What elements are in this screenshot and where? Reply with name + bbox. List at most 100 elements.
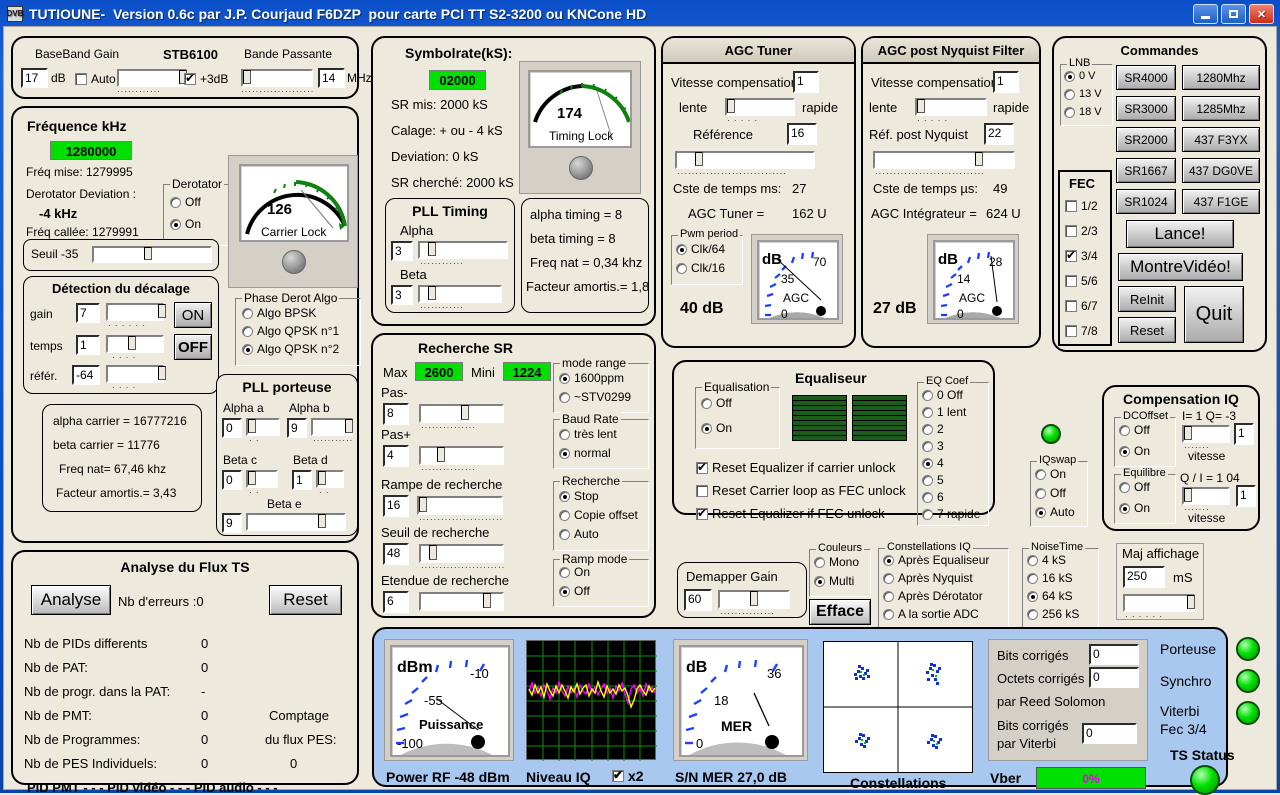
noisetime-option-64ks[interactable]: 64 kS <box>1027 589 1073 603</box>
etendue-thumb[interactable] <box>483 593 491 608</box>
equilibre-option-on[interactable]: On <box>1119 501 1150 515</box>
detection-temps-input[interactable]: 1 <box>76 335 100 355</box>
rampe-input[interactable]: 16 <box>383 495 409 517</box>
derotator-option-off[interactable]: Off <box>170 195 201 209</box>
lnb-option-13v[interactable]: 13 V <box>1064 88 1102 100</box>
seuil-recherche-slider[interactable] <box>419 544 504 563</box>
montre-video-button[interactable]: MontreVidéo! <box>1118 253 1243 281</box>
agc-nyquist-reference-slider[interactable] <box>873 151 1015 169</box>
dcoffset-option-off[interactable]: Off <box>1119 423 1150 437</box>
eq-coef-option-4[interactable]: 4 <box>922 456 944 470</box>
beta-d-input[interactable]: 1 <box>292 470 312 490</box>
maj-affichage-input[interactable]: 250 <box>1123 566 1165 588</box>
baseband-gain-slider[interactable] <box>117 69 187 87</box>
equalisation-option-on[interactable]: On <box>701 421 732 435</box>
seuil-slider[interactable] <box>92 246 212 263</box>
constellations-iq-option-apres-equaliseur[interactable]: Après Equaliseur <box>883 553 989 567</box>
agc-tuner-reference-thumb[interactable] <box>695 152 703 166</box>
etendue-input[interactable]: 6 <box>383 591 409 613</box>
pas-plus-input[interactable]: 4 <box>383 445 409 467</box>
pas-moins-input[interactable]: 8 <box>383 403 409 425</box>
pll-timing-alpha-thumb[interactable] <box>428 242 436 256</box>
alpha-a-thumb[interactable] <box>248 419 256 433</box>
beta-d-slider[interactable] <box>316 470 344 488</box>
maj-affichage-slider[interactable] <box>1123 594 1195 612</box>
equilibre-vitesse-thumb[interactable] <box>1184 488 1192 502</box>
agc-nyquist-vitesse-slider[interactable] <box>915 98 987 116</box>
fec-option-3-4[interactable]: 3/4 <box>1065 249 1098 263</box>
alpha-a-slider[interactable] <box>246 418 280 436</box>
eq-coef-option-0[interactable]: 0 Off <box>922 388 963 402</box>
reset-carrier-loop-fec-unlock-check[interactable]: Reset Carrier loop as FEC unlock <box>696 483 906 498</box>
rampe-slider[interactable] <box>417 496 503 515</box>
sr1024-button[interactable]: SR1024 <box>1116 189 1176 214</box>
dcoffset-vitesse-thumb[interactable] <box>1184 426 1192 440</box>
niveau-iq-x2-checkbox[interactable]: x2 <box>612 768 644 784</box>
pas-moins-slider[interactable] <box>419 404 504 423</box>
pas-moins-thumb[interactable] <box>461 405 469 420</box>
lnb-option-0v[interactable]: 0 V <box>1064 70 1096 82</box>
analyse-button[interactable]: Analyse <box>31 585 111 615</box>
minimize-button[interactable] <box>1193 4 1218 24</box>
sr1667-button[interactable]: SR1667 <box>1116 158 1176 183</box>
dcoffset-vitesse-input[interactable]: 1 <box>1234 423 1254 445</box>
recherche-option-copie-offset[interactable]: Copie offset <box>559 508 638 522</box>
alpha-b-thumb[interactable] <box>345 419 353 433</box>
pwm-option-clk16[interactable]: Clk/16 <box>676 261 725 275</box>
sr3000-button[interactable]: SR3000 <box>1116 96 1176 121</box>
seuil-recherche-thumb[interactable] <box>429 545 437 560</box>
eq-coef-option-6[interactable]: 6 <box>922 490 944 504</box>
pas-plus-slider[interactable] <box>419 446 504 465</box>
lance-button[interactable]: Lance! <box>1126 220 1234 248</box>
pll-timing-alpha-slider[interactable] <box>418 241 508 259</box>
pll-timing-beta-thumb[interactable] <box>428 286 436 300</box>
constellations-iq-option-apres-derotator[interactable]: Après Dérotator <box>883 589 983 603</box>
freq-437-f3yx-button[interactable]: 437 F3YX <box>1182 127 1260 152</box>
beta-c-input[interactable]: 0 <box>222 470 242 490</box>
alpha-b-slider[interactable] <box>311 418 353 436</box>
baseband-gain-input[interactable]: 17 <box>21 68 48 88</box>
alpha-b-input[interactable]: 9 <box>287 418 307 438</box>
detection-gain-slider[interactable] <box>106 303 164 321</box>
agc-tuner-reference-slider[interactable] <box>675 151 815 169</box>
plus3db-checkbox[interactable]: +3dB <box>184 72 228 86</box>
beta-c-thumb[interactable] <box>248 471 256 485</box>
phase-derot-option-qpsk2[interactable]: Algo QPSK n°2 <box>242 342 339 356</box>
close-button[interactable]: ✕ <box>1249 4 1274 24</box>
bande-passante-thumb[interactable] <box>243 70 251 84</box>
agc-tuner-reference-input[interactable]: 16 <box>787 123 817 145</box>
beta-c-slider[interactable] <box>246 470 278 488</box>
detection-on-button[interactable]: ON <box>174 302 212 328</box>
eq-coef-option-3[interactable]: 3 <box>922 439 944 453</box>
freq-1285mhz-button[interactable]: 1285Mhz <box>1182 96 1260 121</box>
fec-option-1-2[interactable]: 1/2 <box>1065 199 1098 213</box>
auto-gain-checkbox[interactable]: Auto <box>75 72 116 86</box>
etendue-slider[interactable] <box>419 592 504 611</box>
reset-eq-fec-unlock-check[interactable]: Reset Equalizer if FEC unlock <box>696 506 885 521</box>
demapper-gain-input[interactable]: 60 <box>684 589 712 611</box>
equalisation-option-off[interactable]: Off <box>701 396 732 410</box>
mode-range-option-1600ppm[interactable]: 1600ppm <box>559 371 624 385</box>
quit-button[interactable]: Quit <box>1184 286 1244 343</box>
baud-rate-option-tres-lent[interactable]: très lent <box>559 427 617 441</box>
reinit-button[interactable]: ReInit <box>1118 286 1176 312</box>
detection-gain-thumb[interactable] <box>158 304 166 318</box>
ramp-mode-option-on[interactable]: On <box>559 565 590 579</box>
efface-button[interactable]: Efface <box>809 599 871 625</box>
seuil-thumb[interactable] <box>144 247 152 260</box>
detection-off-button[interactable]: OFF <box>174 334 212 360</box>
iqswap-option-off[interactable]: Off <box>1035 486 1066 500</box>
agc-tuner-vitesse-thumb[interactable] <box>727 99 735 113</box>
detection-refer-slider[interactable] <box>106 365 164 383</box>
mode-range-option-stv0299[interactable]: ~STV0299 <box>559 390 631 404</box>
equilibre-vitesse-slider[interactable] <box>1182 487 1230 505</box>
pwm-option-clk64[interactable]: Clk/64 <box>676 242 725 256</box>
dcoffset-option-on[interactable]: On <box>1119 444 1150 458</box>
iqswap-option-on[interactable]: On <box>1035 467 1066 481</box>
agc-tuner-vitesse-input[interactable]: 1 <box>793 71 819 93</box>
noisetime-option-16ks[interactable]: 16 kS <box>1027 571 1073 585</box>
pll-timing-beta-slider[interactable] <box>418 285 502 303</box>
beta-d-thumb[interactable] <box>318 471 326 485</box>
detection-temps-slider[interactable] <box>106 335 164 353</box>
eq-coef-option-1[interactable]: 1 lent <box>922 405 966 419</box>
